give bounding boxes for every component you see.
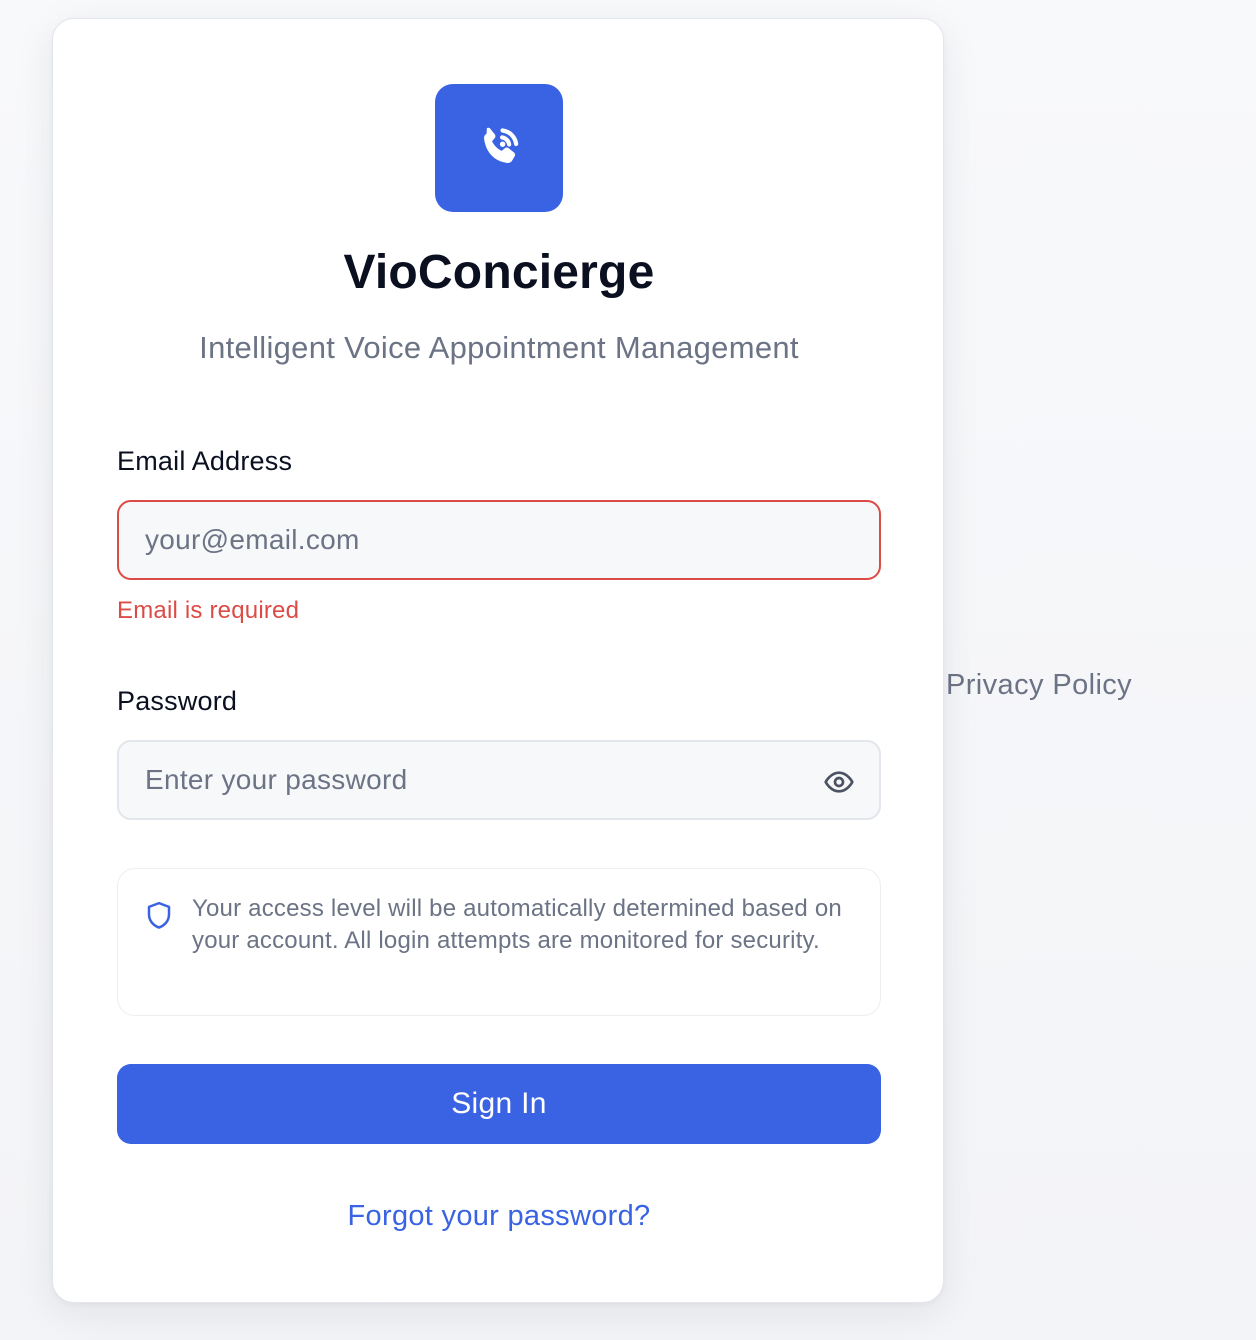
forgot-password-link[interactable]: Forgot your password? (53, 1200, 945, 1233)
login-card: VioConcierge Intelligent Voice Appointme… (52, 18, 944, 1303)
security-notice: Your access level will be automatically … (117, 868, 881, 1016)
phone-call-icon (484, 127, 519, 163)
security-notice-text: Your access level will be automatically … (192, 895, 842, 954)
app-logo (435, 84, 563, 212)
app-subtitle: Intelligent Voice Appointment Management (199, 330, 799, 365)
email-error-message: Email is required (117, 597, 300, 624)
privacy-policy-link[interactable]: Privacy Policy (946, 669, 1132, 702)
email-input[interactable] (145, 524, 853, 556)
shield-icon (147, 901, 171, 929)
eye-icon (824, 771, 854, 793)
email-field-container (117, 500, 881, 580)
password-field-container (117, 740, 881, 820)
sign-in-button[interactable]: Sign In (117, 1064, 881, 1144)
app-title: VioConcierge (343, 246, 655, 299)
toggle-password-visibility-button[interactable] (821, 764, 857, 800)
password-label: Password (117, 686, 238, 716)
email-label: Email Address (117, 446, 293, 476)
password-input[interactable] (145, 764, 853, 796)
